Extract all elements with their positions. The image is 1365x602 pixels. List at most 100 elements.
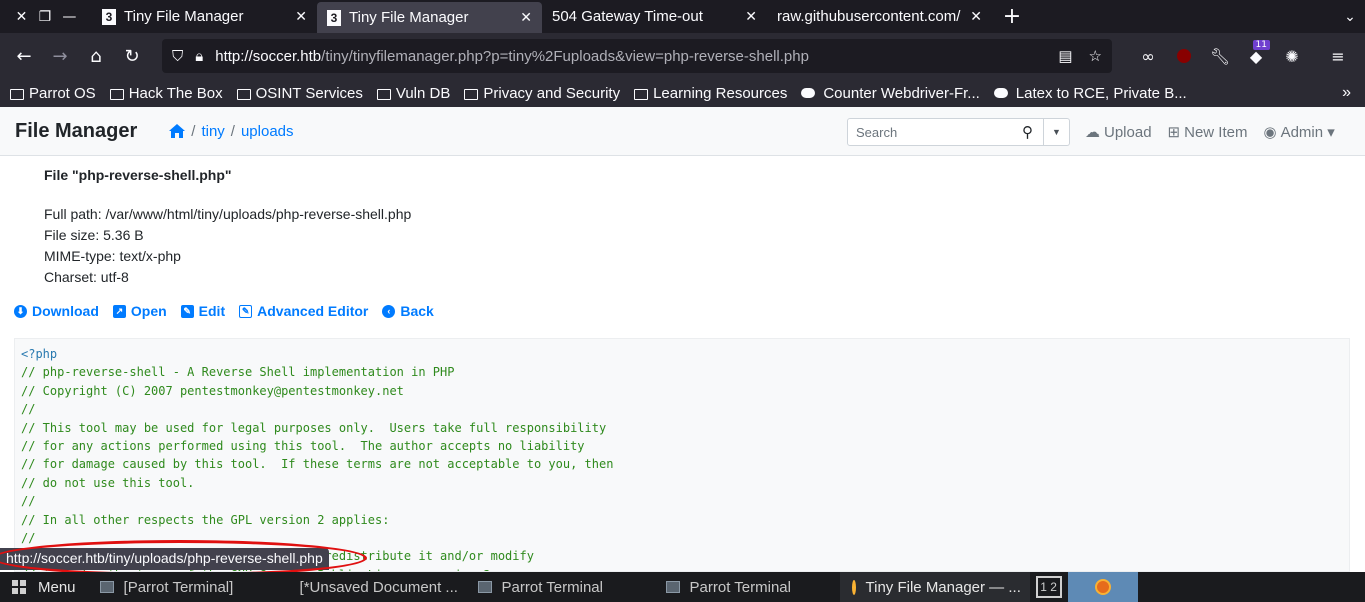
file-size: File size: 5.36 B [44,227,144,243]
start-menu-button[interactable]: Menu [0,579,88,596]
upload-button[interactable]: ☁ Upload [1085,123,1152,141]
breadcrumb-item-uploads[interactable]: uploads [241,123,294,140]
code-line: <?php [21,347,58,361]
plus-square-icon: ⊞ [1167,124,1181,141]
cloud-download-icon: ⬇ [14,304,27,318]
workspace-switcher[interactable]: 1 2 [1035,576,1062,598]
folder-icon [464,88,479,100]
new-tab-button[interactable]: + [992,0,1032,33]
browser-nav-bar: ← → ⌂ ↻ ⛉ 🔒︎ http://soccer.htb/tiny/tiny… [0,33,1365,79]
folder-icon [10,88,24,100]
user-circle-icon: ◉ [1263,124,1277,141]
code-viewer[interactable]: <?php // php-reverse-shell - A Reverse Sh… [14,338,1350,572]
edit-icon: ✎ [239,304,253,318]
lock-icon[interactable]: 🔒︎ [195,48,203,65]
code-line: // In all other respects the GPL version… [21,512,390,527]
new-item-button[interactable]: ⊞ New Item [1168,123,1248,141]
tab-title: Tiny File Manager [124,8,244,25]
file-title: File "php-reverse-shell.php" [44,167,232,183]
home-icon[interactable]: ⌂ [78,40,114,72]
reload-icon[interactable]: ↻ [114,40,150,72]
bookmark-link[interactable]: Latex to RCE, Private B... [993,84,1187,102]
terminal-icon [665,581,680,593]
code-line: // for any actions performed using this … [21,439,585,454]
bookmark-folder[interactable]: Learning Resources [634,85,787,102]
bookmark-label: Latex to RCE, Private B... [1015,84,1187,102]
browser-tab-4[interactable]: raw.githubusercontent.com/ ✕ [767,0,992,33]
restore-window-icon[interactable]: ❐ [39,9,52,25]
terminal-icon [477,581,492,593]
cloud-upload-icon: ☁ [1085,124,1100,141]
breadcrumb-item-tiny[interactable]: tiny [201,123,224,140]
search-dropdown-caret-icon[interactable]: ▼ [1044,118,1070,146]
wappalyzer-icon[interactable]: ✺ [1274,47,1310,66]
bookmark-folder[interactable]: Vuln DB [376,85,450,102]
folder-icon [236,88,251,100]
back-link[interactable]: ‹ Back [382,303,434,319]
url-bar[interactable]: ⛉ 🔒︎ http://soccer.htb/tiny/tinyfilemana… [162,39,1112,73]
tab-close-icon[interactable]: ✕ [295,8,307,25]
code-line: // do not use this tool. [21,475,195,490]
taskbar-item-terminal[interactable]: [Parrot Terminal] [88,572,278,602]
shield-icon[interactable]: ⛉ [172,48,183,65]
download-link[interactable]: ⬇ Download [14,303,99,319]
more-bookmarks-chevron-icon[interactable]: » [1342,84,1351,102]
bookmark-folder[interactable]: Hack The Box [109,84,223,102]
taskbar-item-editor[interactable]: [*Unsaved Document ... [278,572,466,602]
foxyproxy-icon[interactable]: ∞ [1130,47,1166,66]
advanced-editor-link[interactable]: ✎ Advanced Editor [239,303,368,319]
tab-title: Tiny File Manager [349,9,469,26]
browser-tab-strip: ✕ ❐ — 3 Tiny File Manager ✕ 3 Tiny File … [0,0,1365,33]
extension-badge-count: 11 [1252,39,1270,50]
browser-tab-3[interactable]: 504 Gateway Time-out ✕ [542,0,767,33]
admin-menu-button[interactable]: ◉ Admin ▾ [1263,123,1334,141]
bookmark-label: Hack The Box [128,84,223,102]
bookmark-star-icon[interactable]: ☆ [1089,47,1102,65]
browser-tab-2[interactable]: 3 Tiny File Manager ✕ [317,2,542,33]
hamburger-menu-icon[interactable]: ≡ [1320,47,1356,66]
browser-tab-1[interactable]: 3 Tiny File Manager ✕ [92,0,317,33]
medium-logo-icon [801,88,816,98]
code-line: // [21,402,36,417]
forward-arrow-icon[interactable]: → [42,40,78,72]
tab-close-icon[interactable]: ✕ [520,9,532,26]
taskbar-item-terminal[interactable]: Parrot Terminal [654,572,840,602]
close-window-icon[interactable]: ✕ [16,9,28,25]
app-grid-icon [12,580,26,594]
bookmark-folder[interactable]: Parrot OS [10,85,96,102]
bookmark-folder[interactable]: Privacy and Security [464,85,620,102]
minimize-window-icon[interactable]: — [62,9,76,25]
folder-icon [376,88,391,100]
file-actions: ⬇ Download ↗ Open ✎ Edit ✎ Advanced Editor ‹… [14,303,434,319]
wrench-icon[interactable]: 🔧︎ [1202,47,1238,66]
tab-close-icon[interactable]: ✕ [970,8,982,25]
chevron-left-circle-icon: ‹ [382,304,396,318]
firefox-launcher[interactable] [1067,572,1138,602]
breadcrumb: / tiny / uploads [169,122,294,140]
search-input[interactable] [847,118,1044,146]
bookmark-label: Parrot OS [29,84,96,102]
open-link[interactable]: ↗ Open [112,303,167,319]
brand-title[interactable]: File Manager [15,120,137,143]
breadcrumb-separator: / [191,122,196,140]
list-tabs-chevron-icon[interactable]: ⌄ [1335,0,1365,33]
extension-badge-icon[interactable]: ◆ 11 [1238,39,1274,66]
back-arrow-icon[interactable]: ← [6,40,42,72]
bookmark-link[interactable]: Counter Webdriver-Fr... [801,85,980,102]
window-controls: ✕ ❐ — [0,0,92,33]
taskbar-item-terminal[interactable]: Parrot Terminal [466,572,654,602]
tab-title: raw.githubusercontent.com/ [777,8,961,25]
code-line: // Copyright (C) 2007 pentestmonkey@pent… [21,383,404,398]
file-mime-type: MIME-type: text/x-php [44,248,181,264]
home-icon[interactable] [169,124,186,138]
edit-link[interactable]: ✎ Edit [180,303,225,319]
firefox-icon [1094,579,1111,595]
ublock-icon[interactable] [1166,49,1202,63]
tab-favicon-icon: 3 [102,8,116,25]
tab-close-icon[interactable]: ✕ [745,8,757,25]
reader-view-icon[interactable]: ▤ [1058,47,1072,65]
file-full-path: Full path: /var/www/html/tiny/uploads/ph… [44,206,412,222]
taskbar-item-firefox[interactable]: Tiny File Manager — ... [839,572,1030,602]
search-icon[interactable]: ⚲ [1022,123,1033,141]
bookmark-folder[interactable]: OSINT Services [236,85,363,102]
